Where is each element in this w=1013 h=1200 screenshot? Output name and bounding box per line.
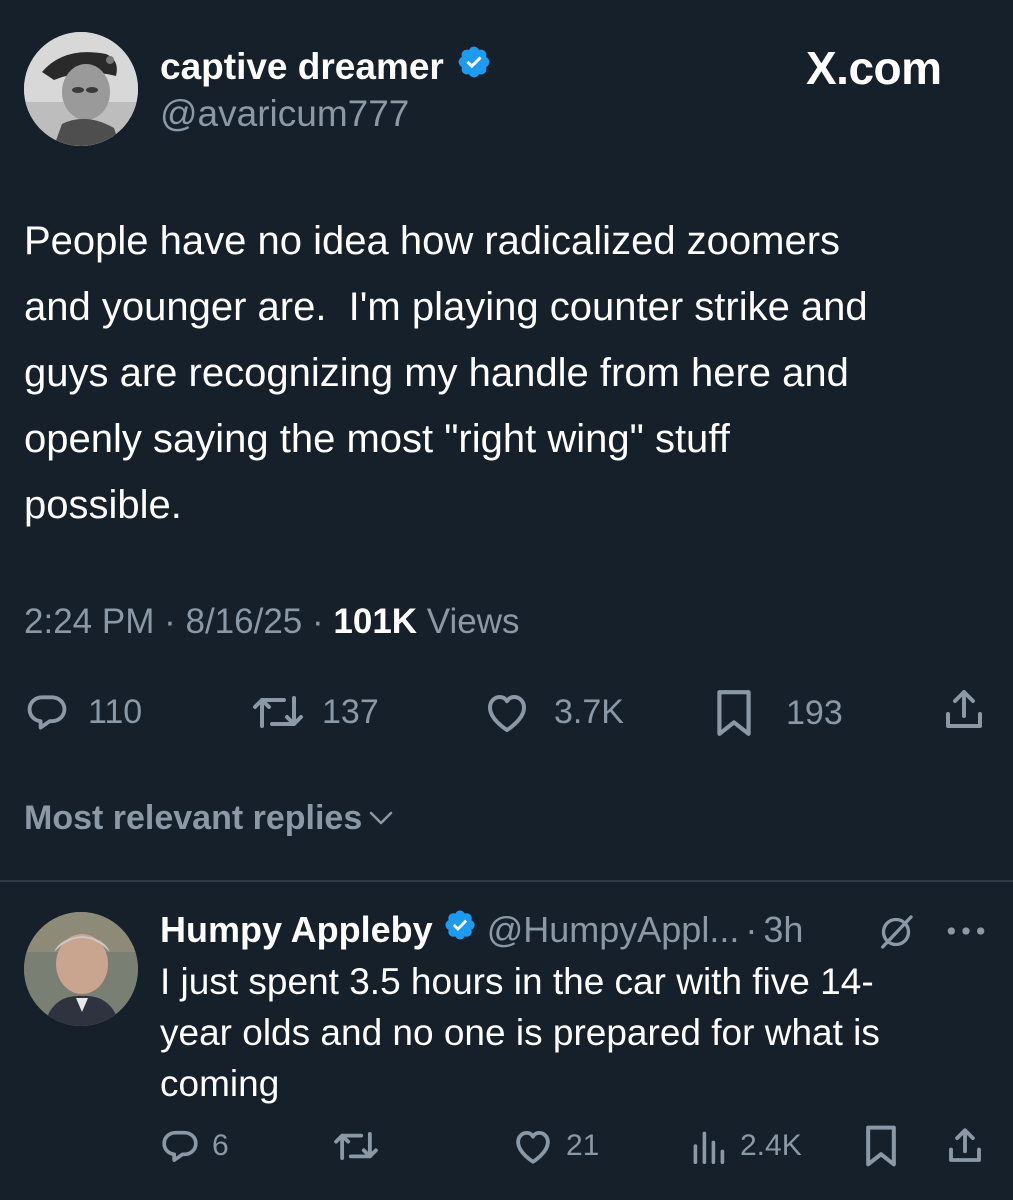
reply-bookmark-button[interactable] <box>864 1124 898 1168</box>
reply-views-count: 2.4K <box>740 1129 802 1162</box>
chevron-down-icon <box>370 811 393 825</box>
reply-like-button[interactable]: 21 <box>512 1126 599 1166</box>
bookmark-icon <box>866 1125 896 1167</box>
views-label: Views <box>426 602 520 641</box>
divider <box>0 880 1013 882</box>
author-avatar[interactable] <box>24 32 138 146</box>
like-button[interactable]: 3.7K <box>482 690 624 734</box>
author-display-name[interactable]: captive dreamer <box>160 44 492 90</box>
reply-author-name[interactable]: Humpy Appleby <box>160 908 433 952</box>
replies-sort-label: Most relevant replies <box>24 799 363 837</box>
reply-text: I just spent 3.5 hours in the car with f… <box>160 961 880 1104</box>
reply-separator: · <box>745 909 758 950</box>
share-icon <box>949 1128 981 1162</box>
verified-badge-icon[interactable] <box>443 908 477 952</box>
meta-separator: · <box>312 602 324 641</box>
repost-icon <box>253 696 303 728</box>
tweet-meta: 2:24 PM · 8/16/25 · 101K Views <box>24 600 520 644</box>
x-com-watermark: X.com <box>806 42 942 94</box>
repost-icon <box>334 1131 378 1161</box>
reply-time[interactable]: 3h <box>763 908 803 952</box>
repost-count: 137 <box>322 693 379 731</box>
verified-badge-icon[interactable] <box>456 44 492 90</box>
author-handle[interactable]: @avaricum777 <box>160 92 409 136</box>
reply-icon <box>162 1130 198 1162</box>
grok-icon[interactable] <box>876 912 916 957</box>
views-count: 101K <box>333 602 418 641</box>
like-icon <box>516 1130 550 1164</box>
bookmark-icon <box>717 690 751 736</box>
author-name-text[interactable]: captive dreamer <box>160 45 444 89</box>
meta-separator: · <box>164 602 176 641</box>
reply-button[interactable]: 110 <box>24 690 142 734</box>
reply-count: 110 <box>88 693 143 731</box>
reply-repost-button[interactable] <box>330 1126 382 1166</box>
bookmark-count: 193 <box>786 694 843 732</box>
more-icon[interactable] <box>944 914 988 953</box>
replies-sort-dropdown[interactable]: Most relevant replies <box>24 796 396 840</box>
share-button[interactable] <box>940 686 988 734</box>
views-icon <box>693 1131 725 1164</box>
reply-reply-count: 6 <box>212 1129 229 1162</box>
tweet-time[interactable]: 2:24 PM <box>24 602 154 641</box>
reply-header: Humpy Appleby @HumpyAppl... · 3h <box>160 908 803 952</box>
reply-like-count: 21 <box>566 1129 600 1162</box>
tweet-text: People have no idea how radicalized zoom… <box>24 219 868 527</box>
bookmark-button[interactable]: 193 <box>714 688 843 738</box>
share-icon <box>946 690 982 728</box>
reply-reply-button[interactable]: 6 <box>160 1126 229 1166</box>
reply-share-button[interactable] <box>944 1124 986 1168</box>
reply-author-avatar[interactable] <box>24 912 138 1026</box>
like-count: 3.7K <box>554 693 624 731</box>
tweet-date[interactable]: 8/16/25 <box>185 602 302 641</box>
repost-button[interactable]: 137 <box>248 690 379 734</box>
reply-author-handle[interactable]: @HumpyAppl... <box>487 908 740 952</box>
reply-views-button[interactable]: 2.4K <box>690 1126 802 1166</box>
reply-icon <box>27 695 67 730</box>
like-icon <box>488 695 526 732</box>
